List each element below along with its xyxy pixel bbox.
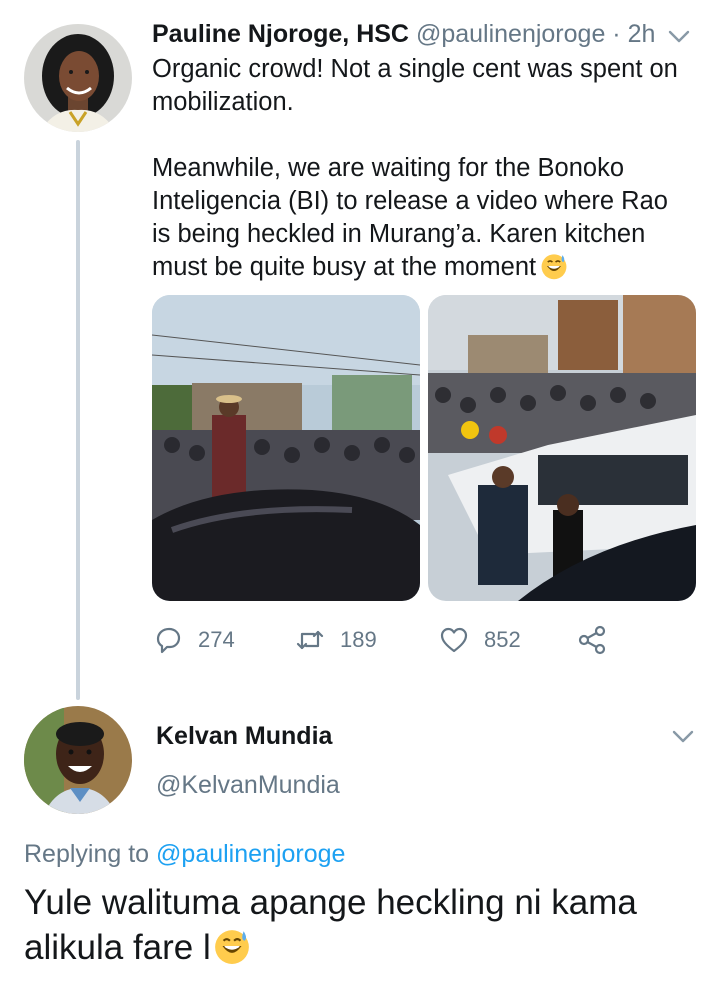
grinning-sweat-emoji-icon xyxy=(541,254,567,280)
reply-count: 274 xyxy=(198,627,235,652)
retweet-icon xyxy=(296,630,324,650)
share-button[interactable] xyxy=(576,620,622,660)
reply-text-content: Yule walituma apange heckling ni kama al… xyxy=(24,883,637,967)
author-name[interactable]: Pauline Njoroge, HSC xyxy=(152,20,409,48)
reply-button[interactable]: 274 xyxy=(152,620,235,660)
retweet-button[interactable]: 189 xyxy=(294,620,377,660)
separator: · xyxy=(612,20,621,48)
crowd-photo-right[interactable] xyxy=(428,295,696,601)
reply-text: Yule walituma apange heckling ni kama al… xyxy=(24,880,704,970)
tweet-paragraph-1: Organic crowd! Not a single cent was spe… xyxy=(152,55,678,116)
thread-connector-line xyxy=(76,140,80,700)
timestamp[interactable]: 2h xyxy=(628,20,656,48)
retweet-count: 189 xyxy=(340,627,377,652)
tweet-header: Pauline Njoroge, HSC @paulinenjoroge · 2… xyxy=(152,20,655,49)
tweet-paragraph-2: Meanwhile, we are waiting for the Bonoko… xyxy=(152,152,692,284)
chevron-down-icon[interactable] xyxy=(668,30,690,44)
avatar[interactable] xyxy=(24,24,132,132)
share-icon xyxy=(578,625,606,655)
replying-to-label: Replying to xyxy=(24,840,150,868)
crowd-photo-left[interactable] xyxy=(152,295,420,601)
tweet-text: Organic crowd! Not a single cent was spe… xyxy=(152,53,692,284)
like-button[interactable]: 852 xyxy=(438,620,521,660)
author-handle[interactable]: @paulinenjoroge xyxy=(416,20,605,48)
chevron-down-icon[interactable] xyxy=(672,730,694,744)
reply-author-handle[interactable]: @KelvanMundia xyxy=(156,771,340,800)
replying-to: Replying to @paulinenjoroge xyxy=(24,840,345,869)
reply-icon xyxy=(156,627,181,654)
tweet-actions: 274 189 852 xyxy=(152,620,672,660)
heart-icon xyxy=(440,627,468,653)
tweet-paragraph-2-text: Meanwhile, we are waiting for the Bonoko… xyxy=(152,154,668,281)
replying-to-mention[interactable]: @paulinenjoroge xyxy=(156,840,345,868)
reply-author-name[interactable]: Kelvan Mundia xyxy=(156,722,332,751)
like-count: 852 xyxy=(484,627,521,652)
reply-avatar[interactable] xyxy=(24,706,132,814)
grinning-sweat-emoji-icon xyxy=(214,930,249,964)
